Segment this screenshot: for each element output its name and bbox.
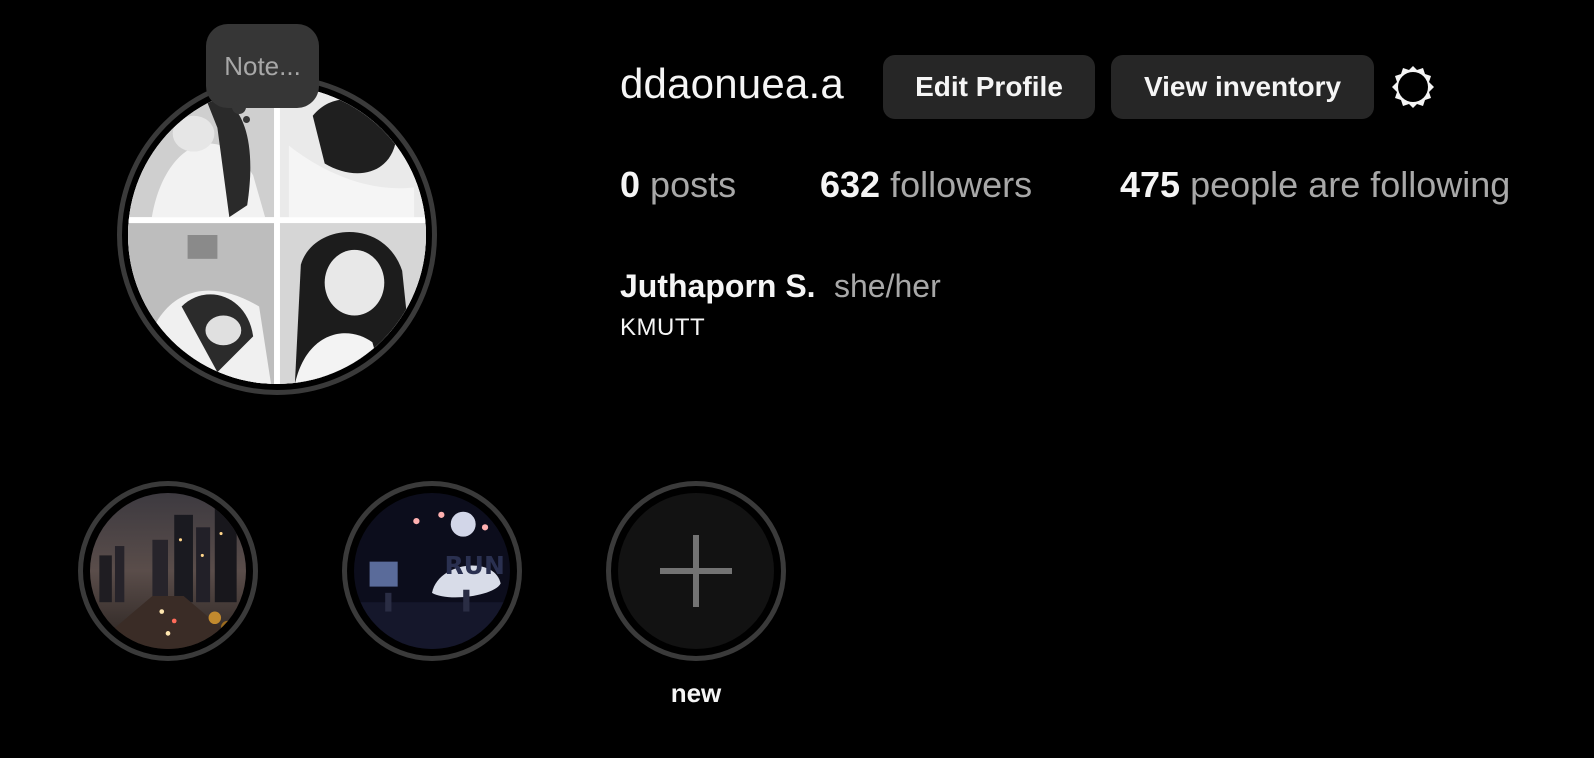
followers-label: followers [890, 164, 1033, 205]
following-count: 475 [1120, 164, 1181, 205]
note-text: Note... [224, 50, 301, 81]
posts-count: 0 [620, 164, 641, 205]
story-highlight-city[interactable] [78, 481, 258, 661]
followers-stat[interactable]: 632 followers [820, 164, 1032, 206]
new-highlight-circle [618, 493, 774, 649]
note-bubble-tail [232, 100, 246, 114]
username: ddaonuea.a [620, 60, 844, 107]
story-highlight-concert[interactable]: RUN [342, 481, 522, 661]
following-stat[interactable]: 475 people are following [1120, 164, 1510, 206]
profile-page: Note... ddaonuea.a Edit Profile View inv… [0, 0, 1594, 758]
profile-avatar[interactable] [117, 75, 437, 395]
note-bubble[interactable]: Note... [206, 24, 319, 108]
avatar-photo-collage [128, 86, 426, 384]
bio-text: KMUTT [620, 314, 706, 341]
pronouns: she/her [834, 268, 941, 304]
edit-profile-button[interactable]: Edit Profile [883, 55, 1095, 119]
gear-icon[interactable] [1389, 63, 1437, 111]
plus-icon [660, 535, 732, 607]
highlight-cover-image [90, 493, 246, 649]
following-label: people are following [1190, 164, 1511, 205]
svg-text:RUN: RUN [444, 551, 504, 580]
posts-label: posts [650, 164, 737, 205]
full-name: Juthaporn S. [620, 268, 816, 304]
note-bubble-tail-dot [243, 116, 250, 123]
view-inventory-button[interactable]: View inventory [1111, 55, 1374, 119]
followers-count: 632 [820, 164, 881, 205]
new-highlight-button[interactable] [606, 481, 786, 661]
highlight-cover-image: RUN [354, 493, 510, 649]
new-highlight-label: new [670, 678, 722, 708]
posts-stat: 0 posts [620, 164, 736, 206]
